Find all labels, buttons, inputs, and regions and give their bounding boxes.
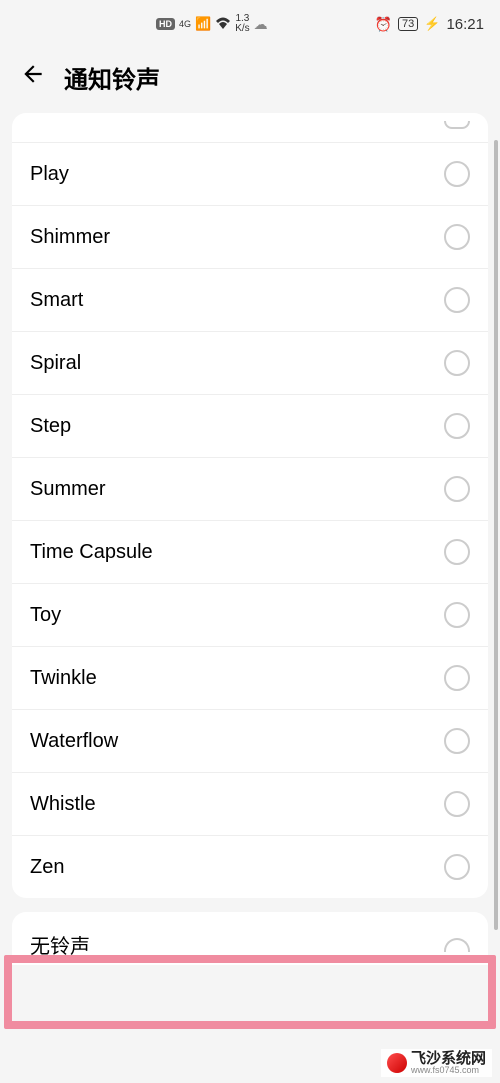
radio-icon [444, 224, 470, 250]
scrollbar[interactable] [494, 140, 498, 930]
page-header: 通知铃声 [0, 48, 500, 113]
radio-icon [444, 665, 470, 691]
back-button[interactable] [20, 61, 46, 94]
radio-icon [444, 602, 470, 628]
ringtone-label: Twinkle [30, 667, 97, 690]
ringtone-label: Whistle [30, 793, 96, 816]
radio-icon [444, 854, 470, 880]
ringtone-label: Smart [30, 289, 83, 312]
radio-icon [444, 938, 470, 952]
list-item[interactable]: Whistle [12, 773, 488, 836]
radio-icon [444, 476, 470, 502]
no-sound-label: 无铃声 [30, 930, 90, 959]
ringtone-label: Spiral [30, 352, 81, 375]
list-item[interactable]: Twinkle [12, 647, 488, 710]
ringtone-label: Toy [30, 604, 61, 627]
status-right: ⏰ 73 ⚡ 16:21 [375, 16, 484, 33]
highlight-annotation [4, 955, 496, 1029]
list-item[interactable]: Spiral [12, 332, 488, 395]
list-item[interactable]: Play [12, 143, 488, 206]
radio-icon [444, 287, 470, 313]
watermark-url: www.fs0745.com [411, 1066, 486, 1075]
radio-icon [444, 539, 470, 565]
ringtone-label: Zen [30, 856, 64, 879]
page-title: 通知铃声 [64, 60, 160, 95]
list-item[interactable]: Toy [12, 584, 488, 647]
watermark: 飞沙系统网 www.fs0745.com [381, 1049, 492, 1077]
ringtone-label: Time Capsule [30, 541, 153, 564]
radio-icon [444, 350, 470, 376]
hd-badge: HD [156, 18, 175, 30]
list-item[interactable]: Step [12, 395, 488, 458]
wifi-icon [215, 17, 231, 32]
status-left: HD 4G 📶 1.3 K/s ☁ [156, 14, 268, 34]
ringtone-label: Play [30, 163, 69, 186]
list-item[interactable]: Zen [12, 836, 488, 898]
radio-icon [444, 161, 470, 187]
list-item[interactable]: Summer [12, 458, 488, 521]
list-item[interactable]: . [12, 113, 488, 143]
watermark-name: 飞沙系统网 [411, 1051, 486, 1066]
list-item[interactable]: Shimmer [12, 206, 488, 269]
list-item[interactable]: Waterflow [12, 710, 488, 773]
ringtone-label: Summer [30, 478, 106, 501]
ringtone-label: Waterflow [30, 730, 118, 753]
no-sound-item[interactable]: 无铃声 [12, 912, 488, 965]
ringtone-label: Step [30, 415, 71, 438]
clock-time: 16:21 [446, 16, 484, 33]
net-speed: 1.3 K/s [235, 14, 249, 34]
status-bar: HD 4G 📶 1.3 K/s ☁ ⏰ 73 ⚡ 16:21 [0, 0, 500, 48]
watermark-logo-icon [387, 1053, 407, 1073]
cloud-icon: ☁ [254, 16, 268, 33]
list-item[interactable]: Smart [12, 269, 488, 332]
radio-icon [444, 413, 470, 439]
list-item[interactable]: Time Capsule [12, 521, 488, 584]
ringtone-list: . Play Shimmer Smart Spiral Step Summer … [12, 113, 488, 898]
ringtone-label: Shimmer [30, 226, 110, 249]
radio-icon [444, 121, 470, 129]
signal-icon: 📶 [195, 16, 211, 32]
network-type: 4G [179, 20, 191, 29]
radio-icon [444, 791, 470, 817]
battery-indicator: 73 [398, 17, 418, 31]
charging-icon: ⚡ [424, 16, 440, 32]
radio-icon [444, 728, 470, 754]
alarm-icon: ⏰ [375, 16, 392, 33]
